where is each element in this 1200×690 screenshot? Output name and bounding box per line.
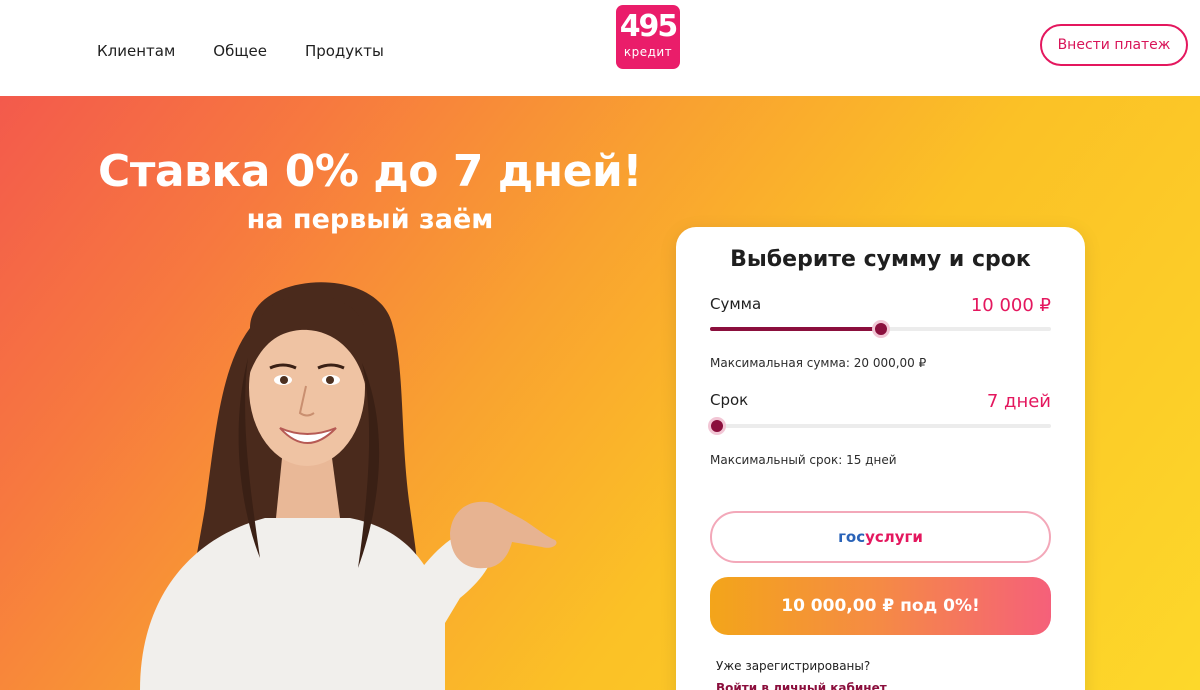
smiling-woman-image [140,282,557,690]
gosuslugi-logo-part2: услуги [865,528,923,546]
amount-value: 10 000 ₽ [970,295,1051,316]
already-registered-text: Уже зарегистрированы? [716,659,871,673]
login-link[interactable]: Войти в личный кабинет [716,681,887,690]
brand-logo[interactable]: 495 кредит [616,5,680,69]
term-value: 7 дней [986,391,1051,412]
make-payment-button[interactable]: Внести платеж [1040,24,1188,66]
logo-word: кредит [623,45,673,59]
calculator-title: Выберите сумму и срок [730,247,1031,272]
logo-number: 495 [619,9,679,44]
amount-slider-fill [710,327,881,331]
main-nav: Клиентам Общее Продукты [97,42,384,60]
hero-banner: Ставка 0% до 7 дней! на первый заём Выбе… [0,96,1200,690]
hero-subtitle: на первый заём [246,204,494,235]
hero-title: Ставка 0% до 7 дней! [98,146,642,197]
max-amount-text: Максимальная сумма: 20 000,00 ₽ [710,356,927,370]
nav-link-general[interactable]: Общее [213,42,267,60]
amount-slider[interactable] [710,320,1051,338]
get-loan-button[interactable]: 10 000,00 ₽ под 0%! [710,577,1051,635]
nav-link-products[interactable]: Продукты [305,42,384,60]
loan-calculator-card: Выберите сумму и срок Сумма 10 000 ₽ Мак… [676,227,1085,690]
term-slider-handle[interactable] [707,417,726,435]
amount-label: Сумма [710,295,762,313]
amount-slider-handle[interactable] [871,320,890,338]
term-slider[interactable] [707,417,1051,435]
nav-link-clients[interactable]: Клиентам [97,42,175,60]
max-term-text: Максимальный срок: 15 дней [710,453,897,467]
gosuslugi-button[interactable]: гос услуги [710,511,1051,563]
site-header: Клиентам Общее Продукты 495 кредит Внест… [0,0,1200,96]
term-label: Срок [710,391,749,409]
gosuslugi-logo-part1: гос [838,528,866,546]
